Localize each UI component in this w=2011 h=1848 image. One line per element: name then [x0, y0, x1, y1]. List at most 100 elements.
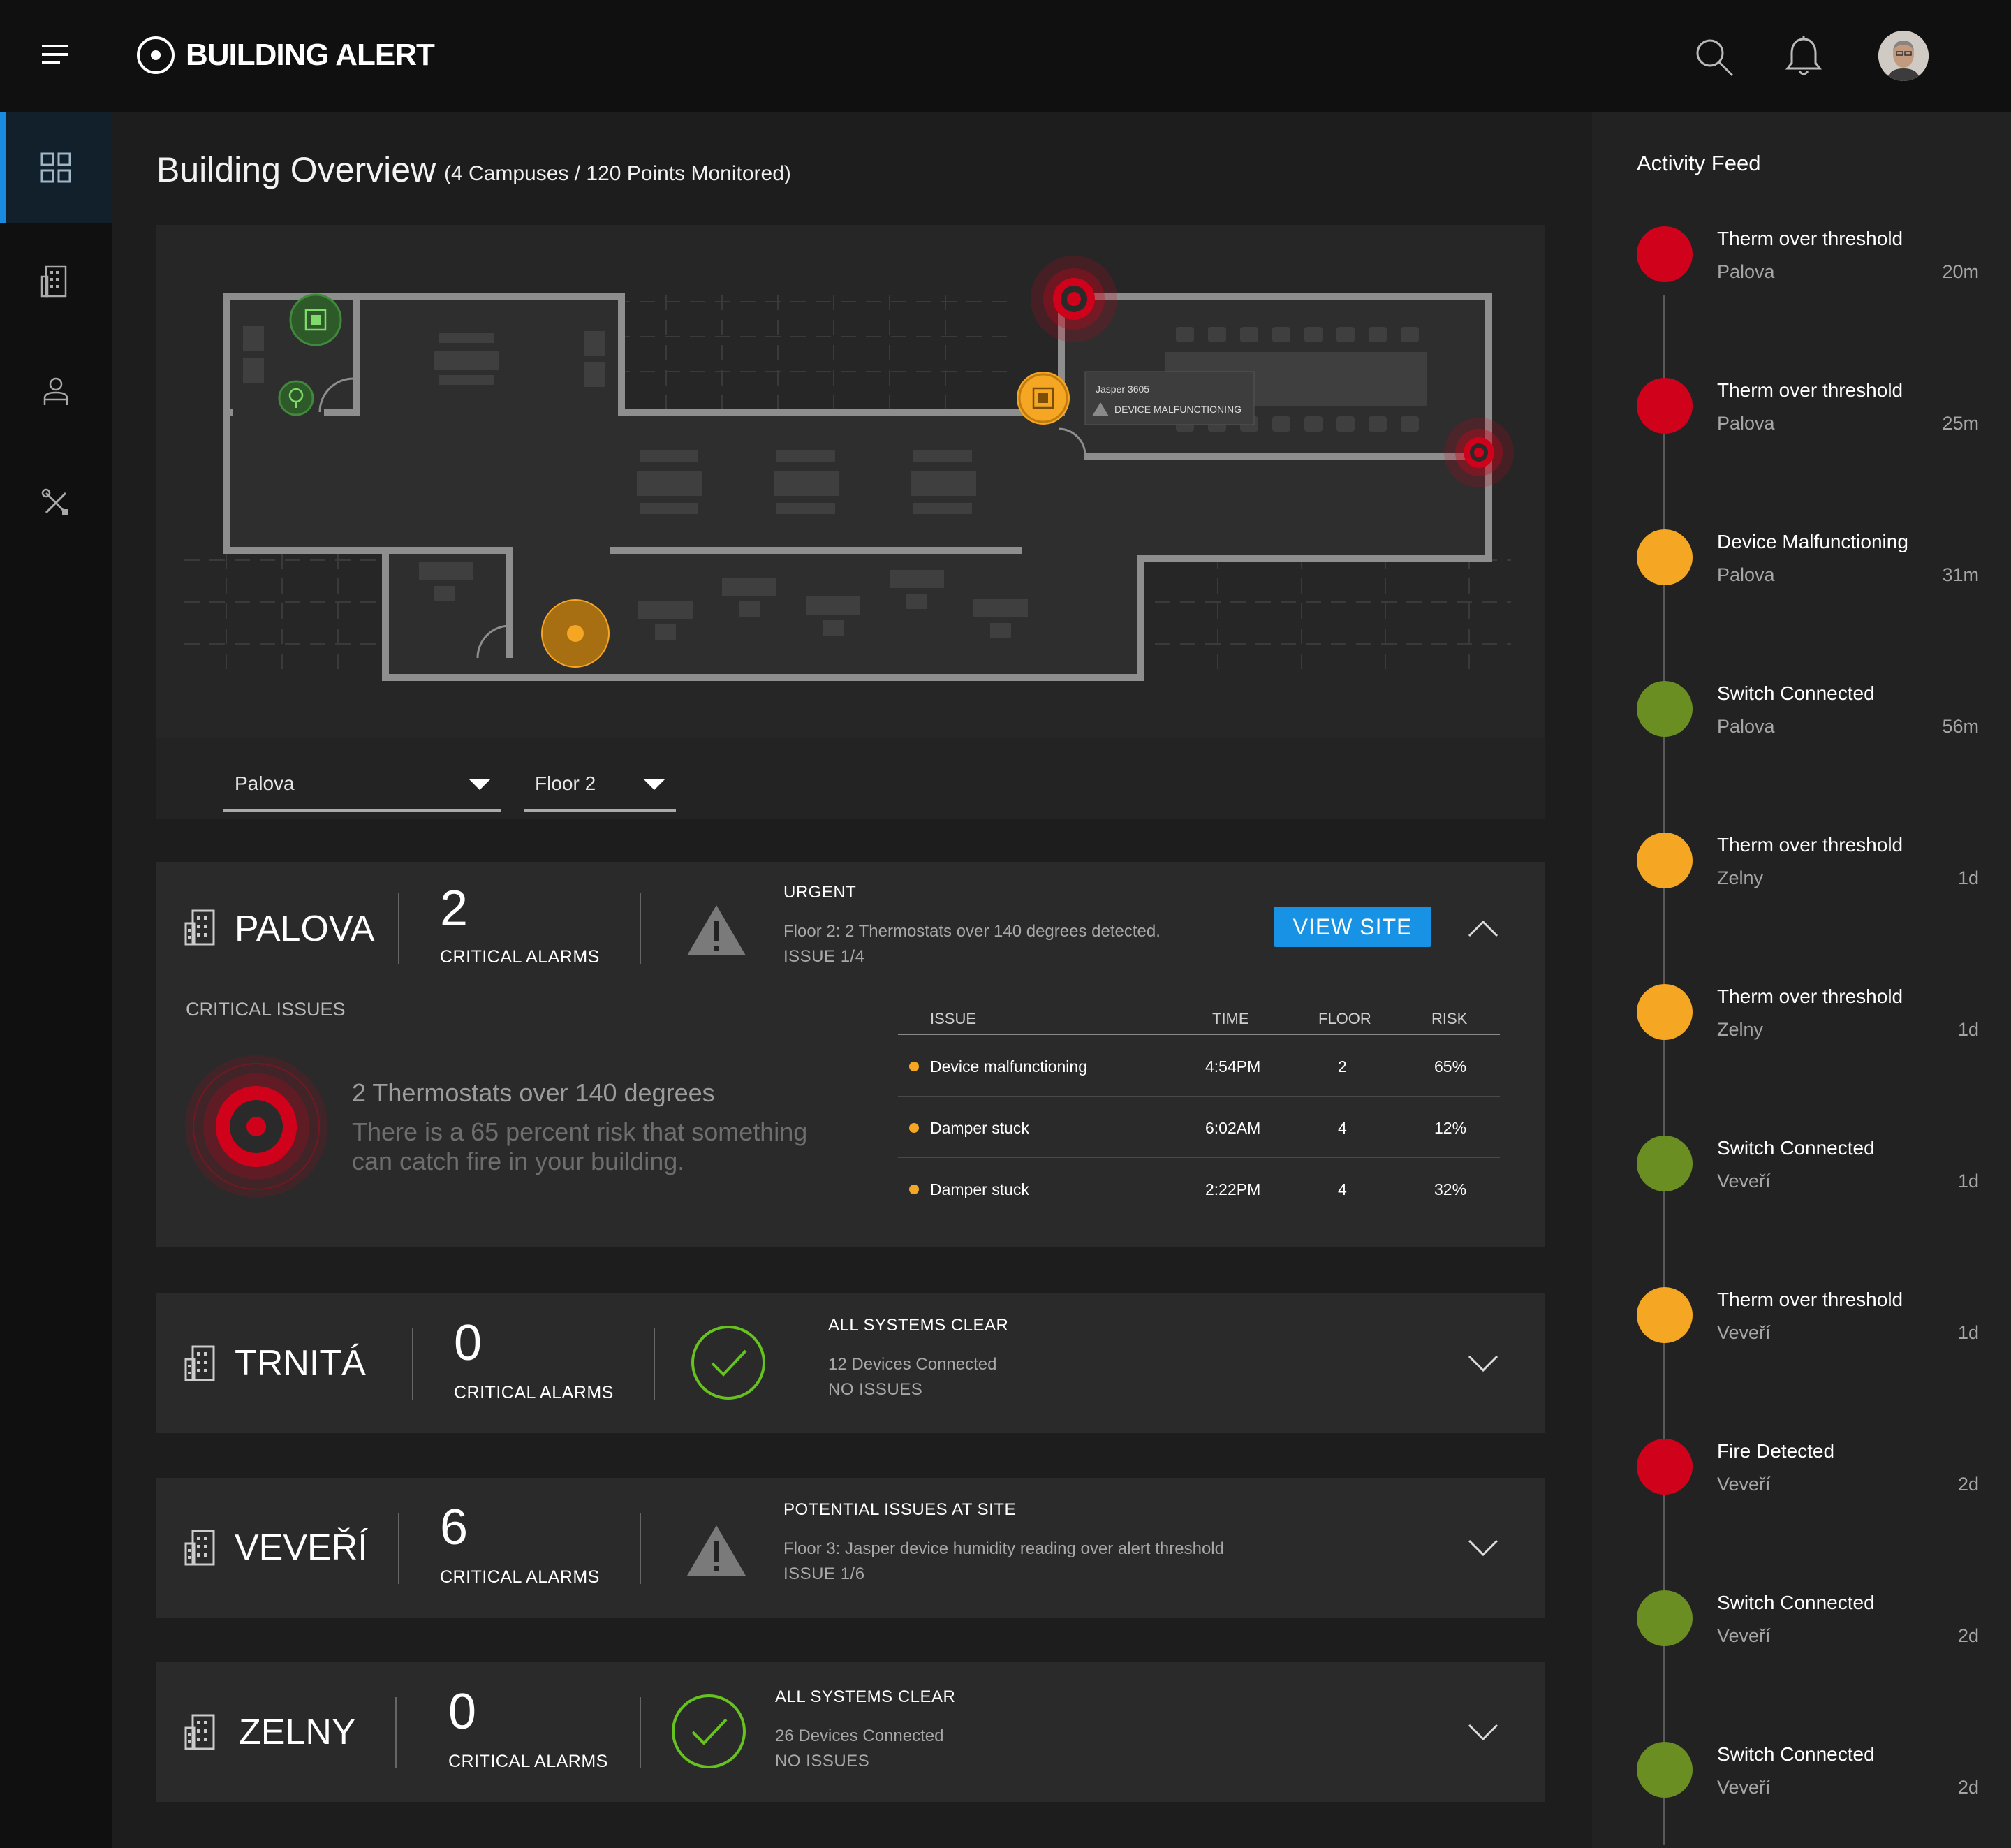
severity-dot-icon [1637, 1439, 1693, 1495]
divider [395, 1697, 397, 1768]
feed-item[interactable]: Device Malfunctioning Palova 31m [1637, 529, 1986, 613]
feed-item[interactable]: Switch Connected Palova 56m [1637, 681, 1986, 765]
feed-item-site: Palova [1717, 413, 1775, 434]
feed-item[interactable]: Therm over threshold Palova 25m [1637, 378, 1986, 462]
building-icon [184, 909, 215, 946]
campus-select-value: Palova [235, 772, 295, 794]
feed-item-time: 56m [1942, 716, 1979, 737]
feed-item-site: Palova [1717, 261, 1775, 282]
chevron-down-icon[interactable] [1468, 1355, 1498, 1373]
issue-cell: Device malfunctioning [930, 1057, 1088, 1076]
floor-cell: 4 [1338, 1180, 1347, 1198]
chevron-down-icon [644, 779, 665, 790]
issues-table-header: ISSUE TIME FLOOR RISK [898, 1007, 1500, 1035]
col-time: TIME [1212, 1010, 1249, 1027]
feed-item-title: Therm over threshold [1717, 1289, 1903, 1310]
floor-map-panel: Jasper 3605 DEVICE MALFUNCTIONING Palova… [156, 225, 1545, 819]
feed-item-title: Therm over threshold [1717, 834, 1903, 856]
status-title: URGENT [783, 883, 857, 902]
alarm-count: 0 [454, 1315, 483, 1371]
view-site-button[interactable]: VIEW SITE [1274, 907, 1431, 947]
sidebar-item-dashboard[interactable] [0, 112, 112, 223]
feed-item-time: 2d [1957, 1777, 1979, 1798]
device-ok-icon [289, 293, 342, 346]
feed-item[interactable]: Therm over threshold Zelny 1d [1637, 833, 1986, 916]
search-icon[interactable] [1693, 36, 1735, 78]
warning-dot-icon [909, 1123, 919, 1133]
severity-dot-icon [1637, 681, 1693, 737]
feed-item[interactable]: Therm over threshold Palova 20m [1637, 226, 1986, 310]
warning-icon [687, 905, 746, 955]
divider [640, 1513, 641, 1584]
col-issue: ISSUE [930, 1010, 977, 1027]
menu-icon[interactable] [42, 45, 68, 66]
feed-item[interactable]: Therm over threshold Veveří 1d [1637, 1287, 1986, 1371]
feed-item-title: Switch Connected [1717, 1592, 1875, 1613]
tools-icon [41, 488, 68, 515]
issues-table: ISSUE TIME FLOOR RISK Device malfunction… [898, 1007, 1500, 1219]
sidebar [0, 112, 112, 1848]
check-circle-icon [691, 1326, 765, 1400]
alarm-count: 2 [440, 881, 469, 937]
chevron-down-icon[interactable] [1468, 1724, 1498, 1742]
building-icon [184, 1530, 215, 1566]
table-row[interactable]: Device malfunctioning 4:54PM 2 65% [898, 1035, 1500, 1097]
feed-item-site: Veveří [1717, 1777, 1771, 1798]
site-card-veveri[interactable]: VEVEŘÍ 6 CRITICAL ALARMS POTENTIAL ISSUE… [156, 1478, 1545, 1618]
time-cell: 4:54PM [1205, 1057, 1261, 1076]
site-card-trnita[interactable]: TRNITÁ 0 CRITICAL ALARMS ALL SYSTEMS CLE… [156, 1293, 1545, 1433]
divider [412, 1328, 413, 1400]
floor-cell: 2 [1338, 1057, 1347, 1076]
bell-icon[interactable] [1784, 35, 1823, 78]
severity-dot-icon [1637, 1287, 1693, 1343]
site-card-zelny[interactable]: ZELNY 0 CRITICAL ALARMS ALL SYSTEMS CLEA… [156, 1662, 1545, 1802]
status-title: POTENTIAL ISSUES AT SITE [783, 1500, 1016, 1519]
floor-select[interactable]: Floor 2 [524, 756, 676, 812]
critical-issue-title: 2 Thermostats over 140 degrees [352, 1078, 715, 1107]
avatar[interactable] [1878, 31, 1929, 81]
sidebar-item-tools[interactable] [0, 447, 112, 559]
table-row[interactable]: Damper stuck 6:02AM 4 12% [898, 1097, 1500, 1158]
status-issue-count: NO ISSUES [828, 1380, 923, 1399]
campus-select[interactable]: Palova [223, 756, 501, 812]
site-card-palova: PALOVA 2 CRITICAL ALARMS URGENT Floor 2:… [156, 862, 1545, 1247]
activity-feed-title: Activity Feed [1637, 151, 1761, 175]
sidebar-item-users[interactable] [0, 335, 112, 447]
chevron-down-icon[interactable] [1468, 1539, 1498, 1557]
feed-item-site: Veveří [1717, 1625, 1771, 1646]
status-issue-count: NO ISSUES [775, 1752, 870, 1770]
floor-map[interactable]: Jasper 3605 DEVICE MALFUNCTIONING [156, 225, 1545, 738]
feed-item-title: Device Malfunctioning [1717, 531, 1908, 552]
feed-item[interactable]: Therm over threshold Zelny 1d [1637, 984, 1986, 1068]
chevron-down-icon [469, 779, 490, 790]
feed-item[interactable]: Switch Connected Veveří 1d [1637, 1136, 1986, 1219]
site-name: TRNITÁ [235, 1343, 366, 1384]
divider [640, 893, 641, 964]
building-icon [184, 1345, 215, 1381]
table-row[interactable]: Damper stuck 2:22PM 4 32% [898, 1158, 1500, 1219]
feed-item[interactable]: Fire Detected Veveří 2d [1637, 1439, 1986, 1523]
site-name: ZELNY [239, 1712, 356, 1752]
page-title: Building Overview [156, 150, 436, 189]
chevron-up-icon[interactable] [1468, 919, 1498, 937]
feed-item-time: 2d [1957, 1474, 1979, 1495]
app-title: BUILDING ALERT [186, 38, 435, 72]
severity-dot-icon [1637, 1742, 1693, 1798]
critical-issue-description: There is a 65 percent risk that somethin… [352, 1117, 808, 1175]
critical-alarm-marker [1444, 418, 1514, 487]
feed-item[interactable]: Switch Connected Veveří 2d [1637, 1590, 1986, 1674]
sidebar-item-buildings[interactable] [0, 223, 112, 335]
feed-item-site: Palova [1717, 564, 1775, 585]
status-description: Floor 3: Jasper device humidity reading … [783, 1539, 1224, 1558]
device-warning-icon [1017, 372, 1070, 425]
feed-item[interactable]: Switch Connected Veveří 2d [1637, 1742, 1986, 1826]
divider [654, 1328, 655, 1400]
building-icon [40, 265, 67, 298]
severity-dot-icon [1637, 833, 1693, 888]
severity-dot-icon [1637, 1590, 1693, 1646]
issue-cell: Damper stuck [930, 1180, 1029, 1198]
divider [398, 1513, 399, 1584]
warning-icon [687, 1525, 746, 1576]
alarm-count: 0 [448, 1684, 477, 1740]
feed-item-site: Veveří [1717, 1322, 1771, 1343]
